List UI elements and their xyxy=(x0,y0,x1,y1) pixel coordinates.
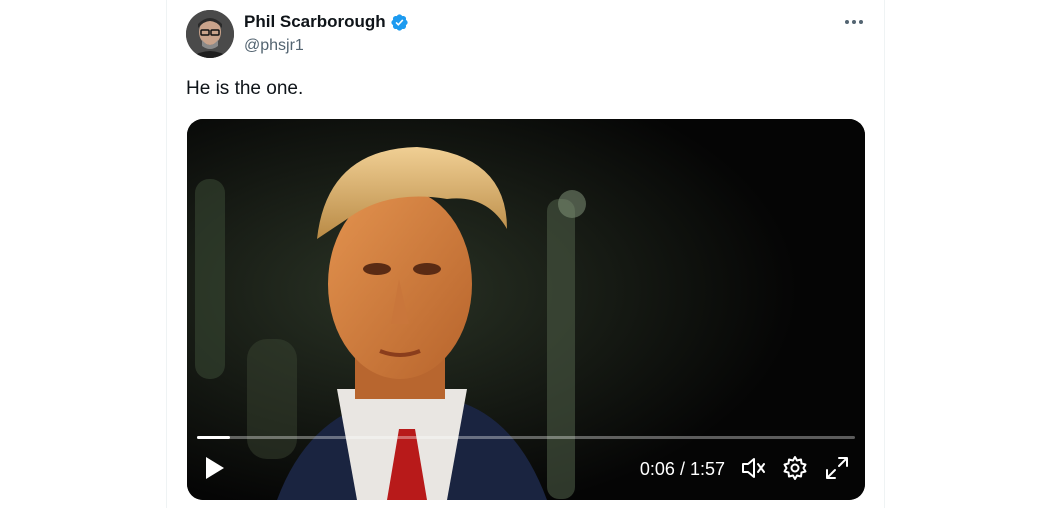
author-handle[interactable]: @phsjr1 xyxy=(244,37,409,55)
post-author: Phil Scarborough @phsjr1 xyxy=(244,12,409,55)
volume-muted-icon[interactable] xyxy=(739,454,767,482)
verified-badge-icon[interactable] xyxy=(390,13,409,32)
video-player[interactable]: 0:06 / 1:57 xyxy=(187,119,865,500)
video-current-time: 0:06 xyxy=(639,459,675,479)
video-controls: 0:06 / 1:57 xyxy=(187,438,865,500)
fullscreen-icon[interactable] xyxy=(823,454,851,482)
video-time-separator: / xyxy=(679,459,685,479)
gear-icon[interactable] xyxy=(781,454,809,482)
avatar[interactable] xyxy=(186,10,234,58)
timeline-right-border xyxy=(884,0,885,508)
more-options-icon[interactable] xyxy=(837,10,871,34)
video-duration: 1:57 xyxy=(689,459,725,479)
post[interactable]: Phil Scarborough @phsjr1 He is the one. xyxy=(167,0,884,508)
post-text: He is the one. xyxy=(186,78,304,99)
video-time: 0:06 / 1:57 xyxy=(640,459,725,480)
play-icon[interactable] xyxy=(201,452,229,484)
author-name[interactable]: Phil Scarborough xyxy=(244,12,386,32)
